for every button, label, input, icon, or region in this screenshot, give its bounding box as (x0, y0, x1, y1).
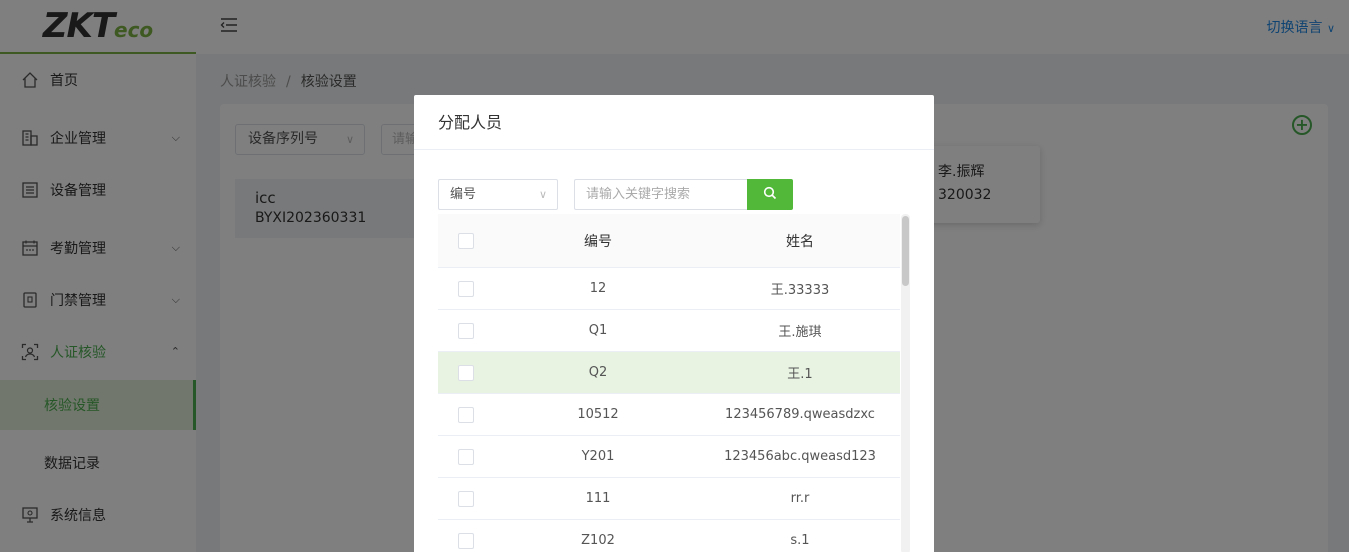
table-row-hovered[interactable]: Q2 王.1 (438, 352, 900, 394)
search-input[interactable]: 请输入关键字搜索 (574, 179, 748, 210)
table-row[interactable]: 10512 123456789.qweasdzxc (438, 394, 900, 436)
chevron-down-icon: ∨ (538, 188, 547, 201)
row-name: 王.施琪 (778, 325, 822, 340)
row-checkbox[interactable] (438, 448, 496, 465)
row-code: Z102 (581, 533, 615, 548)
column-header-code: 编号 (584, 233, 612, 250)
field-select-value: 编号 (450, 187, 477, 202)
row-code: Y201 (581, 449, 615, 464)
row-code: 10512 (577, 407, 619, 422)
row-code: 111 (585, 491, 611, 506)
row-checkbox[interactable] (438, 280, 496, 297)
row-name: s.1 (790, 533, 810, 548)
table-header: 编号 姓名 (438, 214, 900, 268)
table-row[interactable]: Q1 王.施琪 (438, 310, 900, 352)
scrollbar-thumb[interactable] (902, 216, 909, 286)
select-all-checkbox[interactable] (438, 232, 496, 249)
assign-person-dialog: 分配人员 编号 ∨ 请输入关键字搜索 编号 姓名 12 王.33333 Q1 王… (414, 95, 934, 552)
row-name: 王.1 (787, 367, 813, 382)
field-select[interactable]: 编号 ∨ (438, 179, 558, 210)
row-code: 12 (589, 281, 607, 296)
table-row[interactable]: Z102 s.1 (438, 520, 900, 552)
row-checkbox[interactable] (438, 364, 496, 381)
row-name: 王.33333 (770, 283, 830, 298)
table-row[interactable]: Y201 123456abc.qweasd123 (438, 436, 900, 478)
table-scrollbar[interactable] (901, 214, 910, 552)
dialog-title: 分配人员 (414, 95, 934, 150)
row-code: Q2 (588, 365, 608, 380)
row-name: rr.r (790, 491, 810, 506)
row-checkbox[interactable] (438, 322, 496, 339)
row-name: 123456789.qweasdzxc (725, 407, 875, 422)
row-checkbox[interactable] (438, 406, 496, 423)
row-name: 123456abc.qweasd123 (724, 449, 876, 464)
person-table: 编号 姓名 12 王.33333 Q1 王.施琪 Q2 王.1 10512 12… (438, 214, 900, 552)
row-checkbox[interactable] (438, 532, 496, 549)
row-checkbox[interactable] (438, 490, 496, 507)
row-code: Q1 (588, 323, 608, 338)
search-icon (763, 186, 777, 204)
table-row[interactable]: 111 rr.r (438, 478, 900, 520)
table-row[interactable]: 12 王.33333 (438, 268, 900, 310)
column-header-name: 姓名 (786, 233, 814, 250)
search-button[interactable] (747, 179, 793, 210)
